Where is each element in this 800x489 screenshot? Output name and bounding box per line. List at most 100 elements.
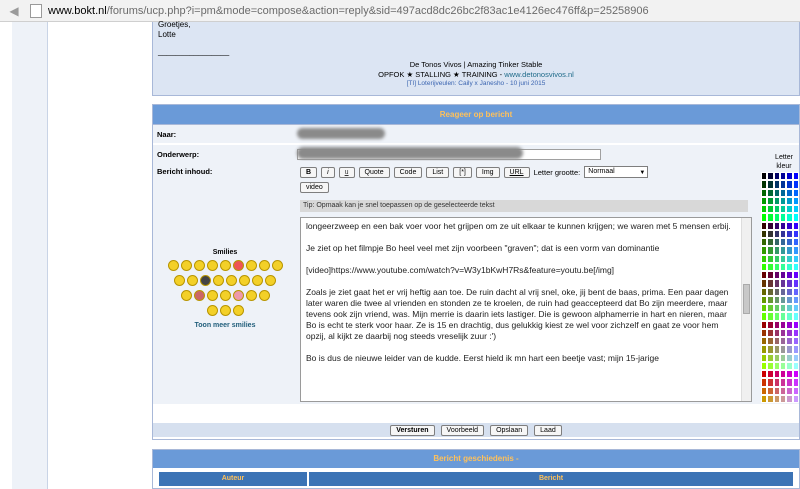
color-swatch[interactable] <box>792 370 799 379</box>
color-swatch[interactable] <box>792 361 799 370</box>
smiley-icon[interactable] <box>206 260 218 271</box>
smiley-icon[interactable] <box>174 275 185 286</box>
color-label: Letter kleur <box>775 154 793 170</box>
smiley-icon[interactable] <box>232 290 244 301</box>
color-swatch[interactable] <box>792 196 799 205</box>
smiley-icon[interactable] <box>271 260 283 271</box>
color-swatch[interactable] <box>792 279 799 288</box>
smiley-icon[interactable] <box>187 275 198 286</box>
video-button[interactable]: video <box>300 182 329 193</box>
italic-button[interactable]: i <box>321 166 335 178</box>
color-swatch[interactable] <box>792 180 799 189</box>
color-swatch[interactable] <box>792 238 799 247</box>
color-swatch[interactable] <box>792 188 799 197</box>
color-swatch[interactable] <box>792 213 799 222</box>
smiley-icon[interactable] <box>265 275 276 286</box>
quote-button[interactable]: Quote <box>358 166 390 178</box>
reply-form: Reageer op bericht Naar: Onderwerp: Beri… <box>152 104 800 440</box>
smilies-panel: Smilies Toon meer smilies <box>153 249 297 329</box>
smiley-icon[interactable] <box>252 275 263 286</box>
textarea-scrollbar[interactable] <box>741 218 751 401</box>
color-swatch[interactable] <box>792 295 799 304</box>
smiley-icon[interactable] <box>258 260 270 271</box>
code-button[interactable]: Code <box>393 166 423 178</box>
color-swatch[interactable] <box>792 221 799 230</box>
color-swatch[interactable] <box>792 304 799 313</box>
smilies-title: Smilies <box>212 249 238 256</box>
smiley-icon[interactable] <box>193 290 205 301</box>
message-line: ________________ <box>158 47 230 56</box>
color-swatch[interactable] <box>792 254 799 263</box>
load-button[interactable]: Laad <box>534 424 562 436</box>
color-swatch[interactable] <box>792 262 799 271</box>
color-swatch[interactable] <box>792 271 799 280</box>
smiley-icon[interactable] <box>245 260 257 271</box>
color-swatch[interactable] <box>792 172 799 181</box>
smiley-icon[interactable] <box>239 275 250 286</box>
preview-button[interactable]: Voorbeeld <box>440 424 485 436</box>
address-bar[interactable]: ◀ www.bokt.nl/forums/ucp.php?i=pm&mode=c… <box>0 0 800 22</box>
author-column-header: Auteur <box>159 472 307 486</box>
message-textarea[interactable]: longeerzweep en een bak voer voor het gr… <box>300 217 752 402</box>
smiley-icon[interactable] <box>206 290 218 301</box>
previous-message: Groetjes, Lotte ________________ De Tono… <box>152 20 800 96</box>
history-columns: Auteur Bericht <box>159 472 793 488</box>
smiley-icon[interactable] <box>232 260 244 271</box>
page-icon <box>30 3 42 18</box>
underline-button[interactable]: u <box>338 166 355 178</box>
more-smilies-link[interactable]: Toon meer smilies <box>153 322 297 329</box>
color-swatch[interactable] <box>792 345 799 354</box>
smiley-icon[interactable] <box>193 260 205 271</box>
color-swatch[interactable] <box>792 378 799 387</box>
list-button[interactable]: List <box>426 166 450 178</box>
message-line: Lotte <box>158 30 176 39</box>
color-swatch[interactable] <box>792 312 799 321</box>
message-line: Groetjes, <box>158 20 191 29</box>
smiley-icon[interactable] <box>180 260 192 271</box>
smiley-icon[interactable] <box>232 305 244 316</box>
font-size-select[interactable]: Normaal ▼ <box>584 166 649 178</box>
color-swatch[interactable] <box>792 205 799 214</box>
smiley-icon[interactable] <box>245 290 257 301</box>
to-label: Naar: <box>157 130 177 139</box>
url-host: www.bokt.nl <box>48 4 107 17</box>
submit-button[interactable]: Versturen <box>390 424 435 436</box>
smilies-grid <box>153 259 297 319</box>
color-swatch[interactable] <box>792 337 799 346</box>
bbcode-toolbar: B i u Quote Code List [*] Img URL Letter… <box>300 166 649 178</box>
color-palette[interactable] <box>761 172 799 403</box>
smiley-icon[interactable] <box>200 275 211 286</box>
form-buttons: Versturen Voorbeeld Opslaan Laad <box>153 423 799 437</box>
smiley-icon[interactable] <box>206 305 218 316</box>
color-swatch[interactable] <box>792 353 799 362</box>
save-button[interactable]: Opslaan <box>490 424 529 436</box>
message-column-header: Bericht <box>309 472 793 486</box>
url-text[interactable]: www.bokt.nl/forums/ucp.php?i=pm&mode=com… <box>48 5 649 17</box>
color-swatch[interactable] <box>792 320 799 329</box>
smiley-icon[interactable] <box>219 290 231 301</box>
smiley-icon[interactable] <box>219 260 231 271</box>
color-swatch[interactable] <box>792 394 799 403</box>
signature-prefix: OPFOK ★ STALLING ★ TRAINING - <box>378 70 505 79</box>
history-header: Bericht geschiedenis - <box>153 450 799 468</box>
message-text: longeerzweep en een bak voer voor het gr… <box>306 221 731 363</box>
smiley-icon[interactable] <box>213 275 224 286</box>
signature-link[interactable]: www.detonosvivos.nl <box>504 70 574 79</box>
smiley-icon[interactable] <box>180 290 192 301</box>
color-swatch[interactable] <box>792 287 799 296</box>
color-swatch[interactable] <box>792 328 799 337</box>
back-icon[interactable]: ◀ <box>6 3 22 19</box>
list-item-button[interactable]: [*] <box>453 166 472 178</box>
url-button[interactable]: URL <box>503 166 530 178</box>
smiley-icon[interactable] <box>258 290 270 301</box>
bold-button[interactable]: B <box>300 166 318 178</box>
color-swatch[interactable] <box>792 229 799 238</box>
smiley-icon[interactable] <box>219 305 231 316</box>
scrollbar-thumb[interactable] <box>743 284 750 314</box>
chevron-down-icon: ▼ <box>639 170 646 176</box>
smiley-icon[interactable] <box>167 260 179 271</box>
smiley-icon[interactable] <box>226 275 237 286</box>
color-swatch[interactable] <box>792 386 799 395</box>
img-button[interactable]: Img <box>475 166 500 178</box>
color-swatch[interactable] <box>792 246 799 255</box>
